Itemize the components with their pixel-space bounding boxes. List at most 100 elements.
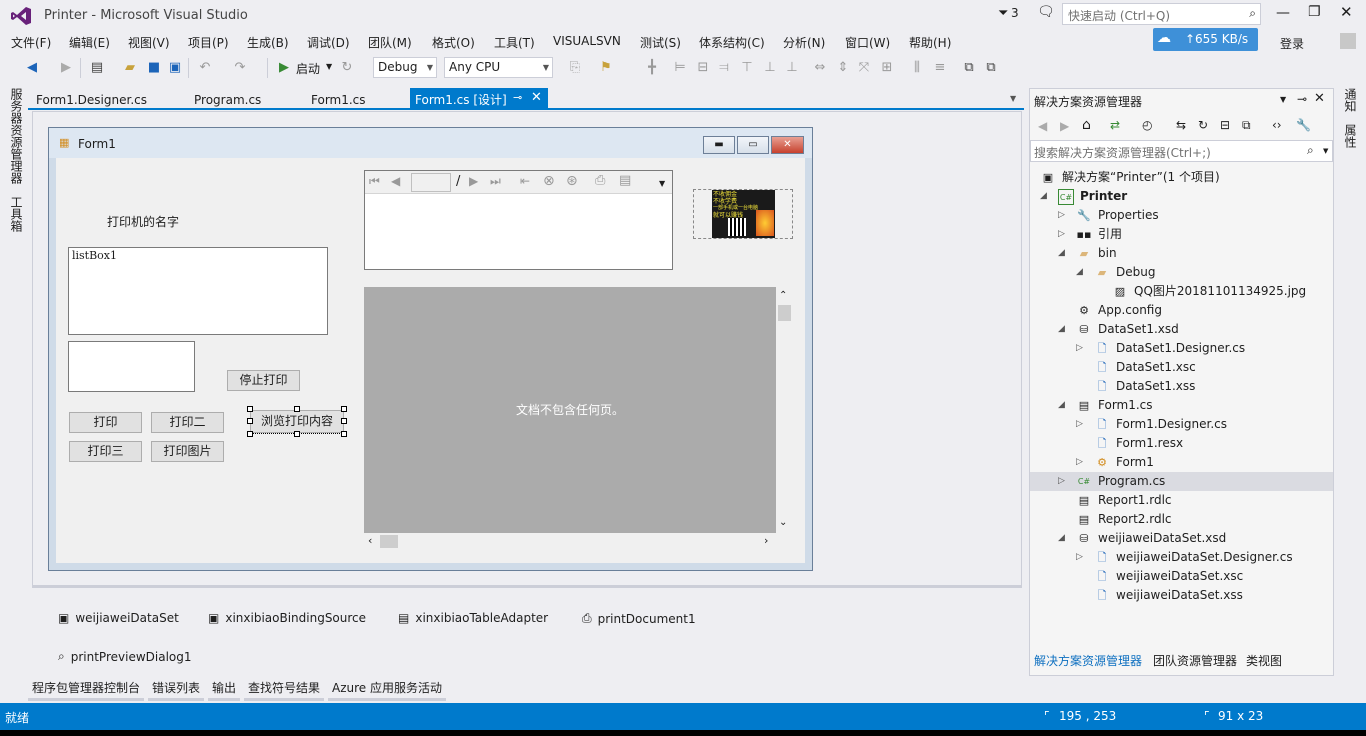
tab-notifications[interactable]: 通知 [1342, 88, 1359, 112]
undo-icon[interactable]: ↶ [197, 60, 213, 76]
tree-project-printer[interactable]: ◢ C# Printer [1030, 187, 1333, 206]
chevron-down-icon[interactable]: ▼ [1323, 147, 1328, 155]
refresh-icon[interactable]: ↻ [1198, 118, 1208, 132]
tree-item-form1-class[interactable]: ▷ ⚙ Form1 [1030, 453, 1333, 472]
print3-button[interactable]: 打印三 [69, 441, 142, 462]
refresh-icon[interactable]: ⊛ [566, 173, 578, 189]
collapsed-icon[interactable]: ▷ [1058, 225, 1065, 244]
align-left-icon[interactable]: ⊨ [672, 60, 688, 76]
first-page-icon[interactable]: ⏮ [369, 174, 380, 189]
back-icon[interactable]: ◀ [24, 60, 40, 76]
textbox[interactable] [68, 341, 195, 392]
stop-icon[interactable]: ⊗ [543, 173, 555, 189]
tray-weijiawei-dataset[interactable]: ▣ weijiaweiDataSet [58, 611, 179, 625]
save-icon[interactable]: ■ [146, 60, 162, 76]
chevron-down-icon[interactable]: ▼ [659, 179, 665, 188]
tree-item-form1-resx[interactable]: 🗋 Form1.resx [1030, 434, 1333, 453]
tab-find-symbol[interactable]: 查找符号结果 [244, 678, 325, 701]
back-icon[interactable]: ⇤ [520, 174, 530, 188]
notification-count[interactable]: 3 [1011, 6, 1019, 20]
align-center-icon[interactable]: ⊟ [695, 60, 711, 76]
tree-item-properties[interactable]: ▷ 🔧 Properties [1030, 206, 1333, 225]
print-image-button[interactable]: 打印图片 [151, 441, 224, 462]
tree-solution-root[interactable]: ▣ 解决方案“Printer”(1 个项目) [1030, 168, 1333, 187]
pending-changes-icon[interactable]: ◴ [1142, 118, 1152, 132]
redo-icon[interactable]: ↷ [232, 60, 248, 76]
resize-handle[interactable] [294, 431, 300, 437]
properties-icon[interactable]: 🔧 [1296, 118, 1311, 132]
tree-item-weijiawei-designer[interactable]: ▷ 🗋 weijiaweiDataSet.Designer.cs [1030, 548, 1333, 567]
align-right-icon[interactable]: ⫤ [716, 60, 732, 76]
collapsed-icon[interactable]: ▷ [1076, 548, 1083, 567]
picturebox[interactable]: 不收佣金 不收学费 一部手机或一台电脑 就可以赚钱 [693, 189, 793, 239]
pin-icon[interactable]: ⊸ [513, 91, 522, 104]
menu-architecture[interactable]: 体系结构(C) [699, 34, 765, 51]
h-spacing-icon[interactable]: ⫼ [909, 60, 925, 76]
collapsed-icon[interactable]: ▷ [1076, 339, 1083, 358]
v-spacing-icon[interactable]: ≡ [932, 60, 948, 76]
resize-handle[interactable] [341, 431, 347, 437]
menu-window[interactable]: 窗口(W) [845, 34, 890, 51]
horizontal-scrollbar[interactable]: ‹ › [364, 533, 776, 550]
tab-output[interactable]: 输出 [208, 678, 241, 701]
menu-build[interactable]: 生成(B) [247, 34, 289, 51]
chevron-down-icon[interactable]: ⌄ [779, 517, 787, 528]
tree-item-weijiawei-xsd[interactable]: ◢ ⛁ weijiaweiDataSet.xsd [1030, 529, 1333, 548]
scroll-thumb[interactable] [778, 305, 791, 321]
solution-search-input[interactable]: 搜索解决方案资源管理器(Ctrl+;) ⌕ ▼ [1030, 140, 1333, 162]
feedback-icon[interactable]: 🗨 [1037, 4, 1055, 20]
tree-item-form1-cs[interactable]: ◢ ▤ Form1.cs [1030, 396, 1333, 415]
tab-form1-cs[interactable]: Form1.cs [303, 90, 374, 110]
preview-button[interactable]: 浏览打印内容 [250, 410, 344, 433]
forward-icon[interactable]: ▶ [1060, 119, 1069, 133]
tab-package-manager[interactable]: 程序包管理器控制台 [28, 678, 145, 701]
tree-item-dataset1-xss[interactable]: 🗋 DataSet1.xss [1030, 377, 1333, 396]
expanded-icon[interactable]: ◢ [1058, 244, 1065, 263]
new-project-icon[interactable]: ▤ [89, 60, 105, 76]
pin-icon[interactable]: ⊸ [1297, 92, 1307, 106]
quick-launch-input[interactable]: 快速启动 (Ctrl+Q) ⌕ [1062, 3, 1261, 25]
expanded-icon[interactable]: ◢ [1058, 320, 1065, 339]
resize-handle[interactable] [247, 418, 253, 424]
listbox1[interactable]: listBox1 [68, 247, 328, 335]
last-page-icon[interactable]: ⏭ [490, 174, 501, 189]
expanded-icon[interactable]: ◢ [1058, 529, 1065, 548]
form-maximize-button[interactable]: ▭ [737, 136, 769, 154]
menu-edit[interactable]: 编辑(E) [69, 34, 110, 51]
tree-item-weijiawei-xsc[interactable]: 🗋 weijiaweiDataSet.xsc [1030, 567, 1333, 586]
collapsed-icon[interactable]: ▷ [1076, 415, 1083, 434]
tab-properties[interactable]: 属性 [1342, 124, 1359, 148]
align-bottom-icon[interactable]: ⊥ [784, 60, 800, 76]
menu-tools[interactable]: 工具(T) [494, 34, 535, 51]
back-icon[interactable]: ◀ [1038, 119, 1047, 133]
tab-class-view[interactable]: 类视图 [1246, 652, 1282, 669]
tree-item-dataset1-designer[interactable]: ▷ 🗋 DataSet1.Designer.cs [1030, 339, 1333, 358]
filter-icon[interactable]: ⏷ [998, 6, 1008, 21]
scroll-thumb[interactable] [380, 535, 398, 548]
same-size-icon[interactable]: ⤧ [856, 60, 872, 76]
align-middle-icon[interactable]: ⊥ [762, 60, 778, 76]
tab-azure-activity[interactable]: Azure 应用服务活动 [328, 678, 446, 701]
sync-icon[interactable]: ⇆ [1176, 118, 1186, 132]
tree-item-references[interactable]: ▷ ▪▪ 引用 [1030, 225, 1333, 244]
search-icon[interactable]: ⌕ [1249, 6, 1256, 21]
tree-item-dataset1-xsc[interactable]: 🗋 DataSet1.xsc [1030, 358, 1333, 377]
menu-project[interactable]: 项目(P) [188, 34, 229, 51]
bring-front-icon[interactable]: ⧉ [961, 60, 977, 76]
resize-handle[interactable] [341, 418, 347, 424]
chevron-left-icon[interactable]: ‹ [368, 534, 372, 547]
refresh-icon[interactable]: ↻ [339, 60, 355, 76]
tab-program-cs[interactable]: Program.cs [186, 90, 269, 110]
tree-item-weijiawei-xss[interactable]: 🗋 weijiaweiDataSet.xss [1030, 586, 1333, 605]
align-grid-icon[interactable]: ╋ [644, 60, 660, 76]
menu-help[interactable]: 帮助(H) [909, 34, 951, 51]
resize-handle[interactable] [341, 406, 347, 412]
home-icon[interactable]: ⌂ [1082, 117, 1091, 133]
expanded-icon[interactable]: ◢ [1040, 187, 1047, 206]
forward-icon[interactable]: ▶ [58, 60, 74, 76]
page-number-input[interactable] [411, 173, 451, 192]
save-all-icon[interactable]: ▣ [167, 60, 183, 76]
same-height-icon[interactable]: ⇕ [835, 60, 851, 76]
tab-server-explorer[interactable]: 服务器资源管理器 [8, 88, 25, 184]
resize-handle[interactable] [294, 406, 300, 412]
